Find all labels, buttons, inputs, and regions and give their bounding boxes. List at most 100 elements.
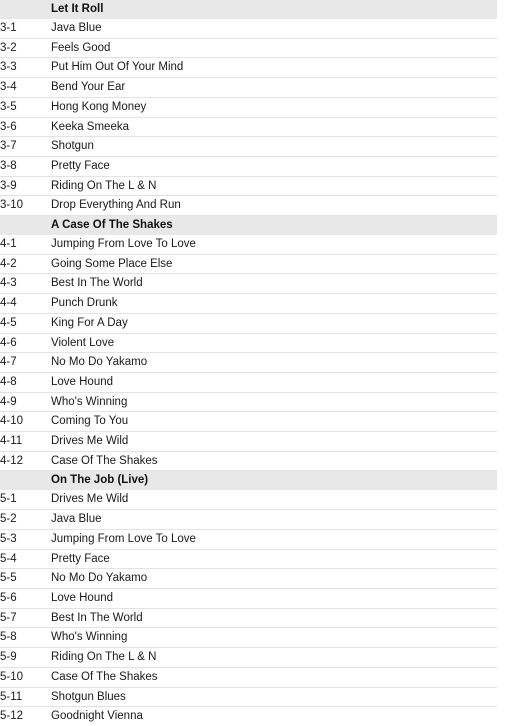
table-row[interactable]: 5-3 Jumping From Love To Love	[0, 529, 497, 550]
track-position: 5-2	[0, 509, 51, 530]
track-title[interactable]: Shotgun Blues	[51, 687, 497, 708]
track-title[interactable]: Drives Me Wild	[51, 431, 497, 452]
table-row[interactable]: 3-7 Shotgun	[0, 136, 497, 157]
table-row[interactable]: 5-8 Who's Winning	[0, 627, 497, 649]
track-title[interactable]: Riding On The L & N	[51, 176, 497, 197]
track-position: 4-5	[0, 313, 51, 334]
table-row[interactable]: 4-3 Best In The World	[0, 273, 497, 295]
track-position: 3-8	[0, 156, 51, 177]
track-position: 3-1	[0, 19, 51, 39]
track-position: 3-10	[0, 195, 51, 217]
track-title[interactable]: Riding On The L & N	[51, 647, 497, 668]
track-position: 3-4	[0, 77, 51, 98]
track-position: 4-4	[0, 293, 51, 314]
tracklist-body: Let It Roll 3-1 Java Blue 3-2 Feels Good 3-3 P…	[0, 0, 497, 726]
track-position: 5-8	[0, 627, 51, 649]
track-position: 4-9	[0, 392, 51, 413]
track-title[interactable]: Coming To You	[51, 411, 497, 433]
table-row[interactable]: 4-12 Case Of The Shakes	[0, 451, 497, 472]
table-row[interactable]: 4-2 Going Some Place Else	[0, 254, 497, 275]
track-position: 5-4	[0, 549, 51, 570]
track-title[interactable]: Java Blue	[51, 19, 497, 39]
track-title[interactable]: No Mo Do Yakamo	[51, 568, 497, 589]
track-title[interactable]: No Mo Do Yakamo	[51, 352, 497, 373]
tracklist-section-header: A Case Of The Shakes	[0, 215, 497, 236]
track-position: 3-9	[0, 176, 51, 197]
track-title[interactable]: King For A Day	[51, 313, 497, 334]
track-title[interactable]: Shotgun	[51, 136, 497, 157]
track-position: 5-9	[0, 647, 51, 668]
track-title[interactable]: Violent Love	[51, 333, 497, 354]
table-row[interactable]: 4-5 King For A Day	[0, 313, 497, 334]
track-position: 4-8	[0, 372, 51, 393]
table-row[interactable]: 5-12 Goodnight Vienna	[0, 706, 497, 726]
table-row[interactable]: 5-7 Best In The World	[0, 608, 497, 629]
track-title[interactable]: Pretty Face	[51, 156, 497, 177]
table-row[interactable]: 4-6 Violent Love	[0, 333, 497, 354]
track-title[interactable]: Love Hound	[51, 372, 497, 393]
track-title[interactable]: Jumping From Love To Love	[51, 529, 497, 550]
table-row[interactable]: 4-1 Jumping From Love To Love	[0, 235, 497, 255]
table-row[interactable]: 3-10 Drop Everything And Run	[0, 195, 497, 217]
table-row[interactable]: 4-9 Who's Winning	[0, 392, 497, 413]
track-title[interactable]: Feels Good	[51, 38, 497, 59]
track-title[interactable]: Case Of The Shakes	[51, 667, 497, 688]
table-row[interactable]: 4-10 Coming To You	[0, 411, 497, 433]
section-header-spacer	[0, 470, 51, 491]
track-position: 5-11	[0, 687, 51, 708]
table-row[interactable]: 3-4 Bend Your Ear	[0, 77, 497, 98]
track-title[interactable]: Hong Kong Money	[51, 97, 497, 118]
table-row[interactable]: 3-9 Riding On The L & N	[0, 176, 497, 197]
table-row[interactable]: 4-11 Drives Me Wild	[0, 431, 497, 452]
table-row[interactable]: 3-2 Feels Good	[0, 38, 497, 59]
table-row[interactable]: 3-8 Pretty Face	[0, 156, 497, 177]
track-title[interactable]: Love Hound	[51, 588, 497, 609]
track-position: 5-1	[0, 490, 51, 511]
tracklist-table: Let It Roll 3-1 Java Blue 3-2 Feels Good 3-3 P…	[0, 0, 497, 726]
track-title[interactable]: Drop Everything And Run	[51, 195, 497, 217]
table-row[interactable]: 4-4 Punch Drunk	[0, 293, 497, 314]
table-row[interactable]: 3-1 Java Blue	[0, 19, 497, 39]
table-row[interactable]: 5-4 Pretty Face	[0, 549, 497, 570]
table-row[interactable]: 4-7 No Mo Do Yakamo	[0, 352, 497, 373]
track-title[interactable]: Pretty Face	[51, 549, 497, 570]
tracklist-section-header: On The Job (Live)	[0, 470, 497, 491]
track-title[interactable]: Best In The World	[51, 608, 497, 629]
track-position: 5-5	[0, 568, 51, 589]
table-row[interactable]: 3-6 Keeka Smeeka	[0, 117, 497, 138]
track-title[interactable]: Who's Winning	[51, 627, 497, 649]
track-position: 3-7	[0, 136, 51, 157]
table-row[interactable]: 4-8 Love Hound	[0, 372, 497, 393]
table-row[interactable]: 3-3 Put Him Out Of Your Mind	[0, 57, 497, 79]
section-header-label: A Case Of The Shakes	[51, 215, 497, 236]
track-position: 4-1	[0, 235, 51, 255]
track-title[interactable]: Jumping From Love To Love	[51, 235, 497, 255]
track-position: 4-3	[0, 273, 51, 295]
table-row[interactable]: 5-2 Java Blue	[0, 509, 497, 530]
track-position: 5-6	[0, 588, 51, 609]
track-position: 4-2	[0, 254, 51, 275]
track-title[interactable]: Put Him Out Of Your Mind	[51, 57, 497, 79]
track-title[interactable]: Best In The World	[51, 273, 497, 295]
table-row[interactable]: 5-5 No Mo Do Yakamo	[0, 568, 497, 589]
table-row[interactable]: 5-11 Shotgun Blues	[0, 687, 497, 708]
track-position: 4-12	[0, 451, 51, 472]
track-title[interactable]: Going Some Place Else	[51, 254, 497, 275]
table-row[interactable]: 5-6 Love Hound	[0, 588, 497, 609]
track-title[interactable]: Keeka Smeeka	[51, 117, 497, 138]
track-title[interactable]: Punch Drunk	[51, 293, 497, 314]
track-title[interactable]: Bend Your Ear	[51, 77, 497, 98]
track-title[interactable]: Goodnight Vienna	[51, 706, 497, 726]
track-position: 3-5	[0, 97, 51, 118]
track-title[interactable]: Java Blue	[51, 509, 497, 530]
track-title[interactable]: Drives Me Wild	[51, 490, 497, 511]
table-row[interactable]: 5-9 Riding On The L & N	[0, 647, 497, 668]
table-row[interactable]: 3-5 Hong Kong Money	[0, 97, 497, 118]
table-row[interactable]: 5-1 Drives Me Wild	[0, 490, 497, 511]
track-position: 4-10	[0, 411, 51, 433]
table-row[interactable]: 5-10 Case Of The Shakes	[0, 667, 497, 688]
track-title[interactable]: Case Of The Shakes	[51, 451, 497, 472]
track-title[interactable]: Who's Winning	[51, 392, 497, 413]
track-position: 4-7	[0, 352, 51, 373]
section-header-spacer	[0, 0, 51, 19]
